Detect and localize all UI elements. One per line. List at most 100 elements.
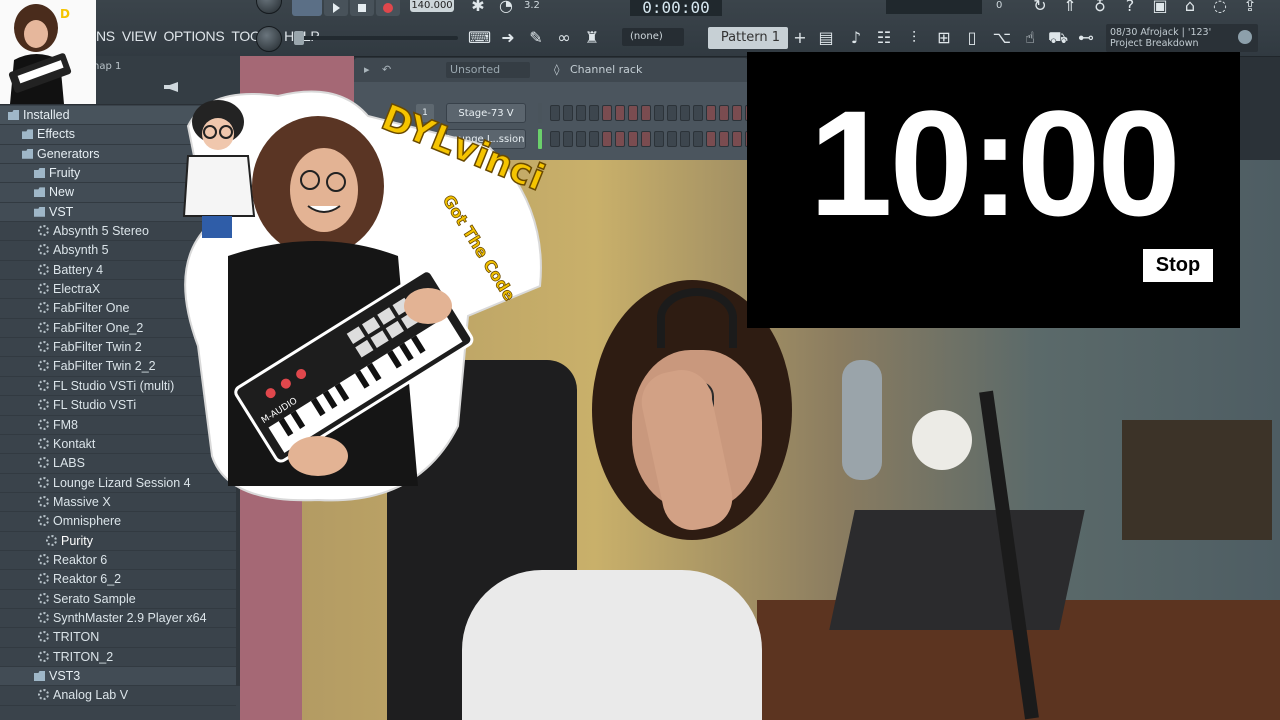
timer-display: 10:00 — [809, 79, 1181, 247]
master-slider-handle[interactable] — [294, 31, 304, 45]
browser-item-label: LABS — [53, 456, 85, 471]
pin-icon[interactable]: ⇑ — [1060, 0, 1080, 16]
song-position-display[interactable]: 0:00:00 — [630, 0, 722, 16]
help-icon[interactable]: ? — [1120, 0, 1140, 16]
menu-item-view[interactable]: VIEW — [122, 28, 157, 44]
memory-meter: 0 — [996, 0, 1003, 11]
add-pattern-icon[interactable]: + — [790, 28, 810, 48]
browser-plugin-item[interactable]: Reaktor 6_2 — [0, 570, 236, 590]
browser-item-label: FL Studio VSTi — [53, 398, 137, 413]
playlist-icon[interactable]: ▤ — [816, 28, 836, 48]
arrow-right-icon[interactable]: ➜ — [498, 28, 518, 48]
news-icon[interactable]: ⊷ — [1076, 28, 1096, 48]
plug-icon[interactable]: ⌥ — [992, 28, 1012, 48]
step-sequencer-row-2[interactable] — [550, 131, 755, 147]
snap-selector[interactable]: (none) — [622, 28, 684, 46]
play-icon — [333, 3, 340, 13]
news-panel[interactable]: 08/30 Afrojack | '123' Project Breakdown — [1106, 24, 1258, 52]
mic-icon[interactable]: ♁ — [1090, 0, 1110, 16]
chat-icon[interactable]: ◌ — [1210, 0, 1230, 16]
plugin-gear-icon — [38, 283, 49, 295]
browser-item-label: Omnisphere — [53, 514, 122, 529]
folder-icon — [8, 110, 19, 120]
channel-rack-icon[interactable]: ☷ — [874, 28, 894, 48]
browser-item-label: Effects — [37, 127, 75, 142]
folder-icon — [34, 206, 45, 217]
browser-plugin-item[interactable]: SynthMaster 2.9 Player x64 — [0, 609, 236, 629]
browser-plugin-item[interactable]: Purity — [0, 532, 236, 551]
shop-icon[interactable]: ⛟ — [1048, 28, 1068, 48]
song-mode-button[interactable] — [292, 0, 322, 16]
hat-icon[interactable]: ♜ — [582, 28, 602, 48]
touch-icon[interactable]: ☝ — [1020, 28, 1040, 48]
browser-plugin-item[interactable]: TRITON — [0, 628, 236, 648]
browser-item-label: Purity — [61, 533, 93, 548]
browser-plugin-item[interactable]: Analog Lab V — [0, 686, 236, 706]
browser-item-label: ElectraX — [53, 282, 101, 297]
master-volume-knob[interactable] — [256, 26, 282, 52]
piano-roll-icon[interactable]: ♪ — [846, 28, 866, 48]
browser-item-label: Battery 4 — [53, 262, 104, 277]
pattern-selector[interactable]: Pattern 1 — [708, 27, 788, 49]
master-slider-track[interactable] — [294, 31, 458, 45]
play-button[interactable] — [324, 0, 348, 16]
typing-keyboard-icon[interactable]: ⌨ — [468, 28, 491, 48]
plugin-gear-icon — [38, 437, 49, 449]
plugin-gear-icon — [38, 263, 49, 275]
channel-avatar-sticker: D — [0, 0, 96, 104]
master-pitch-knob[interactable] — [256, 0, 282, 14]
plugin-gear-icon — [38, 457, 49, 469]
link-icon[interactable]: ∞ — [554, 28, 574, 48]
draw-icon[interactable]: ✎ — [526, 28, 546, 48]
browser-plugin-item[interactable]: Omnisphere — [0, 512, 236, 532]
wait-icon[interactable]: ◔ — [496, 0, 516, 16]
save-icon[interactable]: ▣ — [1150, 0, 1170, 16]
plugin-gear-icon — [46, 534, 57, 546]
upload-icon[interactable]: ⇪ — [1240, 0, 1260, 16]
tempo-display[interactable]: 140.000 — [410, 0, 454, 12]
undo-icon[interactable]: ↶ — [382, 58, 391, 82]
plugin-gear-icon — [38, 592, 49, 604]
globe-icon[interactable] — [1238, 30, 1252, 44]
refresh-icon[interactable]: ↻ — [1030, 0, 1050, 16]
webcam-microphone — [842, 360, 882, 480]
avatar-logo-text: D — [60, 7, 70, 21]
metronome-icon[interactable]: ✱ — [468, 0, 488, 16]
stop-button[interactable]: Stop — [1143, 249, 1213, 282]
plugin-gear-icon — [38, 418, 49, 430]
browser-plugin-item[interactable]: Reaktor 6 — [0, 551, 236, 571]
browser-item-label: Generators — [37, 146, 100, 161]
record-button[interactable] — [376, 0, 400, 16]
channel-filter-select[interactable]: Unsorted — [446, 62, 530, 78]
browser-item-label: FabFilter Twin 2 — [53, 340, 142, 355]
project-icon[interactable]: ▯ — [962, 28, 982, 48]
plugin-gear-icon — [38, 631, 49, 643]
webcam-headphones — [657, 288, 737, 348]
cart-icon[interactable]: ⌂ — [1180, 0, 1200, 16]
stop-transport-button[interactable] — [350, 0, 374, 16]
plugin-gear-icon — [38, 379, 49, 391]
avatar-illustration: D — [8, 4, 72, 104]
browser-item-label: Reaktor 6_2 — [53, 572, 122, 587]
menu-item-patterns[interactable]: NS — [96, 28, 115, 44]
mixer-icon[interactable]: ⫶ — [904, 28, 924, 48]
browser-item-label: VST3 — [49, 668, 81, 683]
plugin-gear-icon — [38, 495, 49, 507]
arrow-right-icon[interactable]: ▸ — [364, 58, 370, 82]
main-menu: NS VIEW OPTIONS TOOLS HELP — [96, 28, 320, 44]
plugin-picker-icon[interactable]: ⊞ — [934, 28, 954, 48]
browser-item-label: FM8 — [53, 417, 78, 432]
browser-plugin-item[interactable]: Serato Sample — [0, 590, 236, 609]
channel-rack-titlebar[interactable]: ▸ ↶ Unsorted ◊ Channel rack — [354, 58, 748, 82]
menu-item-options[interactable]: OPTIONS — [163, 28, 224, 44]
plugin-gear-icon — [38, 553, 49, 565]
browser-plugin-item[interactable]: TRITON_2 — [0, 648, 236, 667]
folder-icon — [22, 129, 33, 140]
plugin-gear-icon — [38, 341, 49, 353]
step-sequencer-row-1[interactable] — [550, 105, 755, 121]
browser-folder[interactable]: VST3 — [0, 666, 236, 687]
channel-rack-title: Channel rack — [570, 63, 643, 76]
browser-item-label: Kontakt — [53, 436, 96, 451]
browser-item-label: TRITON_2 — [53, 649, 114, 664]
browser-item-label: FL Studio VSTi (multi) — [53, 378, 175, 393]
